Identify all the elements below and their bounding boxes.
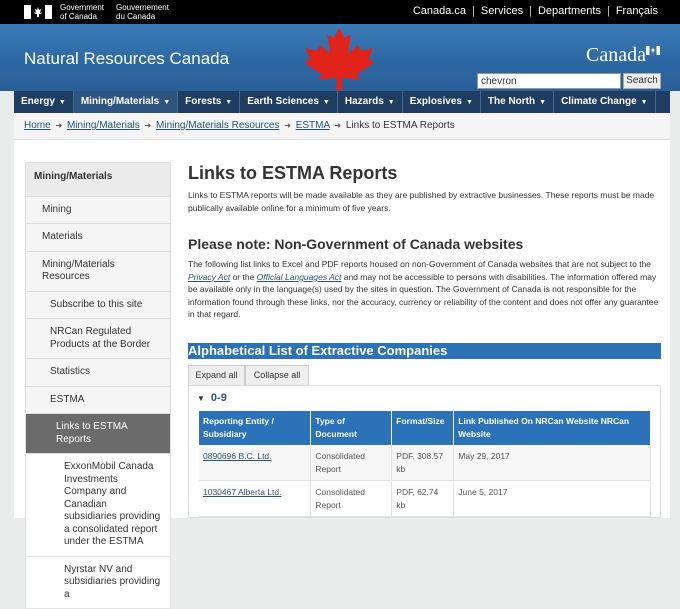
main-menu: Energy ▼ Mining/Materials ▼ Forests ▼ Earth… [14, 91, 670, 113]
gov-fr-line2: du Canada [116, 13, 169, 22]
chevron-down-icon: ▼ [59, 99, 66, 106]
menu-item-the-north[interactable]: The North ▼ [481, 91, 554, 113]
arrow-right-icon: ➜ [284, 121, 291, 130]
list-heading: Alphabetical List of Extractive Companie… [188, 343, 661, 359]
menu-item-explosives[interactable]: Explosives ▼ [403, 91, 481, 113]
section-menu-item-resources[interactable]: Mining/Materials Resources [25, 252, 171, 292]
menu-item-mining-materials[interactable]: Mining/Materials ▼ [74, 91, 178, 113]
government-of-canada-label[interactable]: Government of Canada [60, 4, 104, 21]
arrow-right-icon: ➜ [55, 121, 62, 130]
expand-all-button[interactable]: Expand all [188, 365, 245, 386]
table-cell-date: May 29, 2017 [454, 445, 651, 481]
menu-item-label: Hazards [345, 96, 384, 107]
section-menu-item-statistics[interactable]: Statistics [25, 359, 171, 387]
note-paragraph: The following list links to Excel and PD… [188, 258, 662, 321]
section-menu-item-estma[interactable]: ESTMA [25, 387, 171, 415]
table-cell-entity: 1030467 Alberta Ltd. [199, 481, 311, 517]
privacy-act-link[interactable]: Privacy Act [188, 272, 230, 282]
menu-item-label: Earth Sciences [247, 96, 319, 107]
table-cell-type: Consolidated Report [311, 445, 392, 481]
menu-item-label: Explosives [410, 96, 462, 107]
site-title[interactable]: Natural Resources Canada [24, 49, 229, 69]
chevron-down-icon: ▼ [539, 99, 546, 106]
section-menu-item-links-to-estma-reports[interactable]: Links to ESTMA Reports [25, 414, 171, 454]
accordion-toggle-0-9[interactable]: ▼ 0-9 [197, 392, 227, 404]
section-menu: Mining/Materials Mining Materials Mining… [25, 162, 171, 609]
entity-link[interactable]: 1030467 Alberta Ltd. [203, 487, 281, 497]
note-heading: Please note: Non-Government of Canada we… [188, 236, 523, 252]
section-menu-item-exxonmobil[interactable]: ExxonMobil Canada Investments Company an… [25, 454, 171, 557]
breadcrumb-current: Links to ESTMA Reports [346, 120, 455, 131]
canada-wordmark: Canada [586, 44, 646, 67]
table-cell-format: PDF, 308.57 kb [392, 445, 454, 481]
section-menu-item-regulated-products[interactable]: NRCan Regulated Products at the Border [25, 319, 171, 359]
accordion-title: 0-9 [211, 392, 227, 404]
breadcrumb-mining-materials[interactable]: Mining/Materials [67, 120, 140, 131]
collapse-all-button[interactable]: Collapse all [245, 365, 309, 386]
chevron-down-icon: ▼ [641, 99, 648, 106]
federal-identity-bar: Government of Canada Gouvernement du Can… [0, 0, 680, 24]
arrow-right-icon: ➜ [145, 121, 152, 130]
page-title: Links to ESTMA Reports [188, 163, 397, 184]
top-link-departments[interactable]: Departments [532, 5, 607, 17]
intro-paragraph: Links to ESTMA reports will be made avai… [188, 189, 660, 214]
section-menu-item-mining[interactable]: Mining [25, 197, 171, 225]
language-toggle-link[interactable]: Français [610, 5, 664, 17]
table-row: 0890696 B.C. Ltd. Consolidated Report PD… [199, 445, 651, 481]
breadcrumb-mining-materials-resources[interactable]: Mining/Materials Resources [156, 120, 279, 131]
search-button[interactable]: Search [623, 73, 661, 89]
section-menu-heading[interactable]: Mining/Materials [25, 162, 171, 197]
gov-en-line2: of Canada [60, 13, 104, 22]
menu-item-label: Climate Change [561, 96, 637, 107]
section-menu-item-nyrstar[interactable]: Nyrstar NV and subsidiaries providing a [25, 557, 171, 609]
menu-item-label: The North [488, 96, 535, 107]
note-text-1: The following list links to Excel and PD… [188, 259, 651, 269]
gouvernement-du-canada-label[interactable]: Gouvernement du Canada [116, 4, 169, 21]
chevron-down-icon: ▼ [388, 99, 395, 106]
menu-item-label: Energy [21, 96, 55, 107]
triangle-down-icon: ▼ [197, 394, 205, 403]
table-cell-format: PDF, 62.74 kb [392, 481, 454, 517]
top-link-services[interactable]: Services [475, 5, 529, 17]
menu-item-label: Forests [185, 96, 221, 107]
column-header-entity: Reporting Entity / Subsidiary [199, 411, 311, 445]
companies-table: Reporting Entity / Subsidiary Type of Do… [199, 411, 651, 517]
column-header-format: Format/Size [392, 411, 454, 445]
entity-link[interactable]: 0890696 B.C. Ltd. [203, 451, 272, 461]
menu-item-energy[interactable]: Energy ▼ [14, 91, 74, 113]
breadcrumb-home[interactable]: Home [24, 120, 51, 131]
menu-item-earth-sciences[interactable]: Earth Sciences ▼ [240, 91, 338, 113]
chevron-down-icon: ▼ [323, 99, 330, 106]
maple-leaf-icon [302, 26, 376, 92]
section-menu-item-materials[interactable]: Materials [25, 224, 171, 252]
canada-flag-icon [24, 5, 52, 19]
note-text-2: or the [230, 272, 256, 282]
top-link-canada-ca[interactable]: Canada.ca [407, 5, 472, 17]
menu-item-climate-change[interactable]: Climate Change ▼ [554, 91, 656, 113]
menu-item-hazards[interactable]: Hazards ▼ [338, 91, 403, 113]
section-menu-item-subscribe[interactable]: Subscribe to this site [25, 292, 171, 320]
top-links: Canada.ca | Services | Departments | Fra… [407, 5, 664, 17]
menu-item-label: Mining/Materials [81, 96, 159, 107]
menu-item-forests[interactable]: Forests ▼ [178, 91, 240, 113]
table-cell-type: Consolidated Report [311, 481, 392, 517]
breadcrumb: Home ➜ Mining/Materials ➜ Mining/Materia… [14, 113, 670, 140]
arrow-right-icon: ➜ [334, 121, 341, 130]
chevron-down-icon: ▼ [466, 99, 473, 106]
wordmark-flag-icon [646, 46, 660, 55]
table-row: 1030467 Alberta Ltd. Consolidated Report… [199, 481, 651, 517]
column-header-type: Type of Document [311, 411, 392, 445]
search-input[interactable] [477, 73, 621, 89]
table-cell-entity: 0890696 B.C. Ltd. [199, 445, 311, 481]
breadcrumb-estma[interactable]: ESTMA [296, 120, 330, 131]
official-languages-act-link[interactable]: Official Languages Act [257, 272, 342, 282]
column-header-date: Link Published On NRCan Website NRCan We… [454, 411, 651, 445]
chevron-down-icon: ▼ [163, 99, 170, 106]
chevron-down-icon: ▼ [225, 99, 232, 106]
table-cell-date: June 5, 2017 [454, 481, 651, 517]
